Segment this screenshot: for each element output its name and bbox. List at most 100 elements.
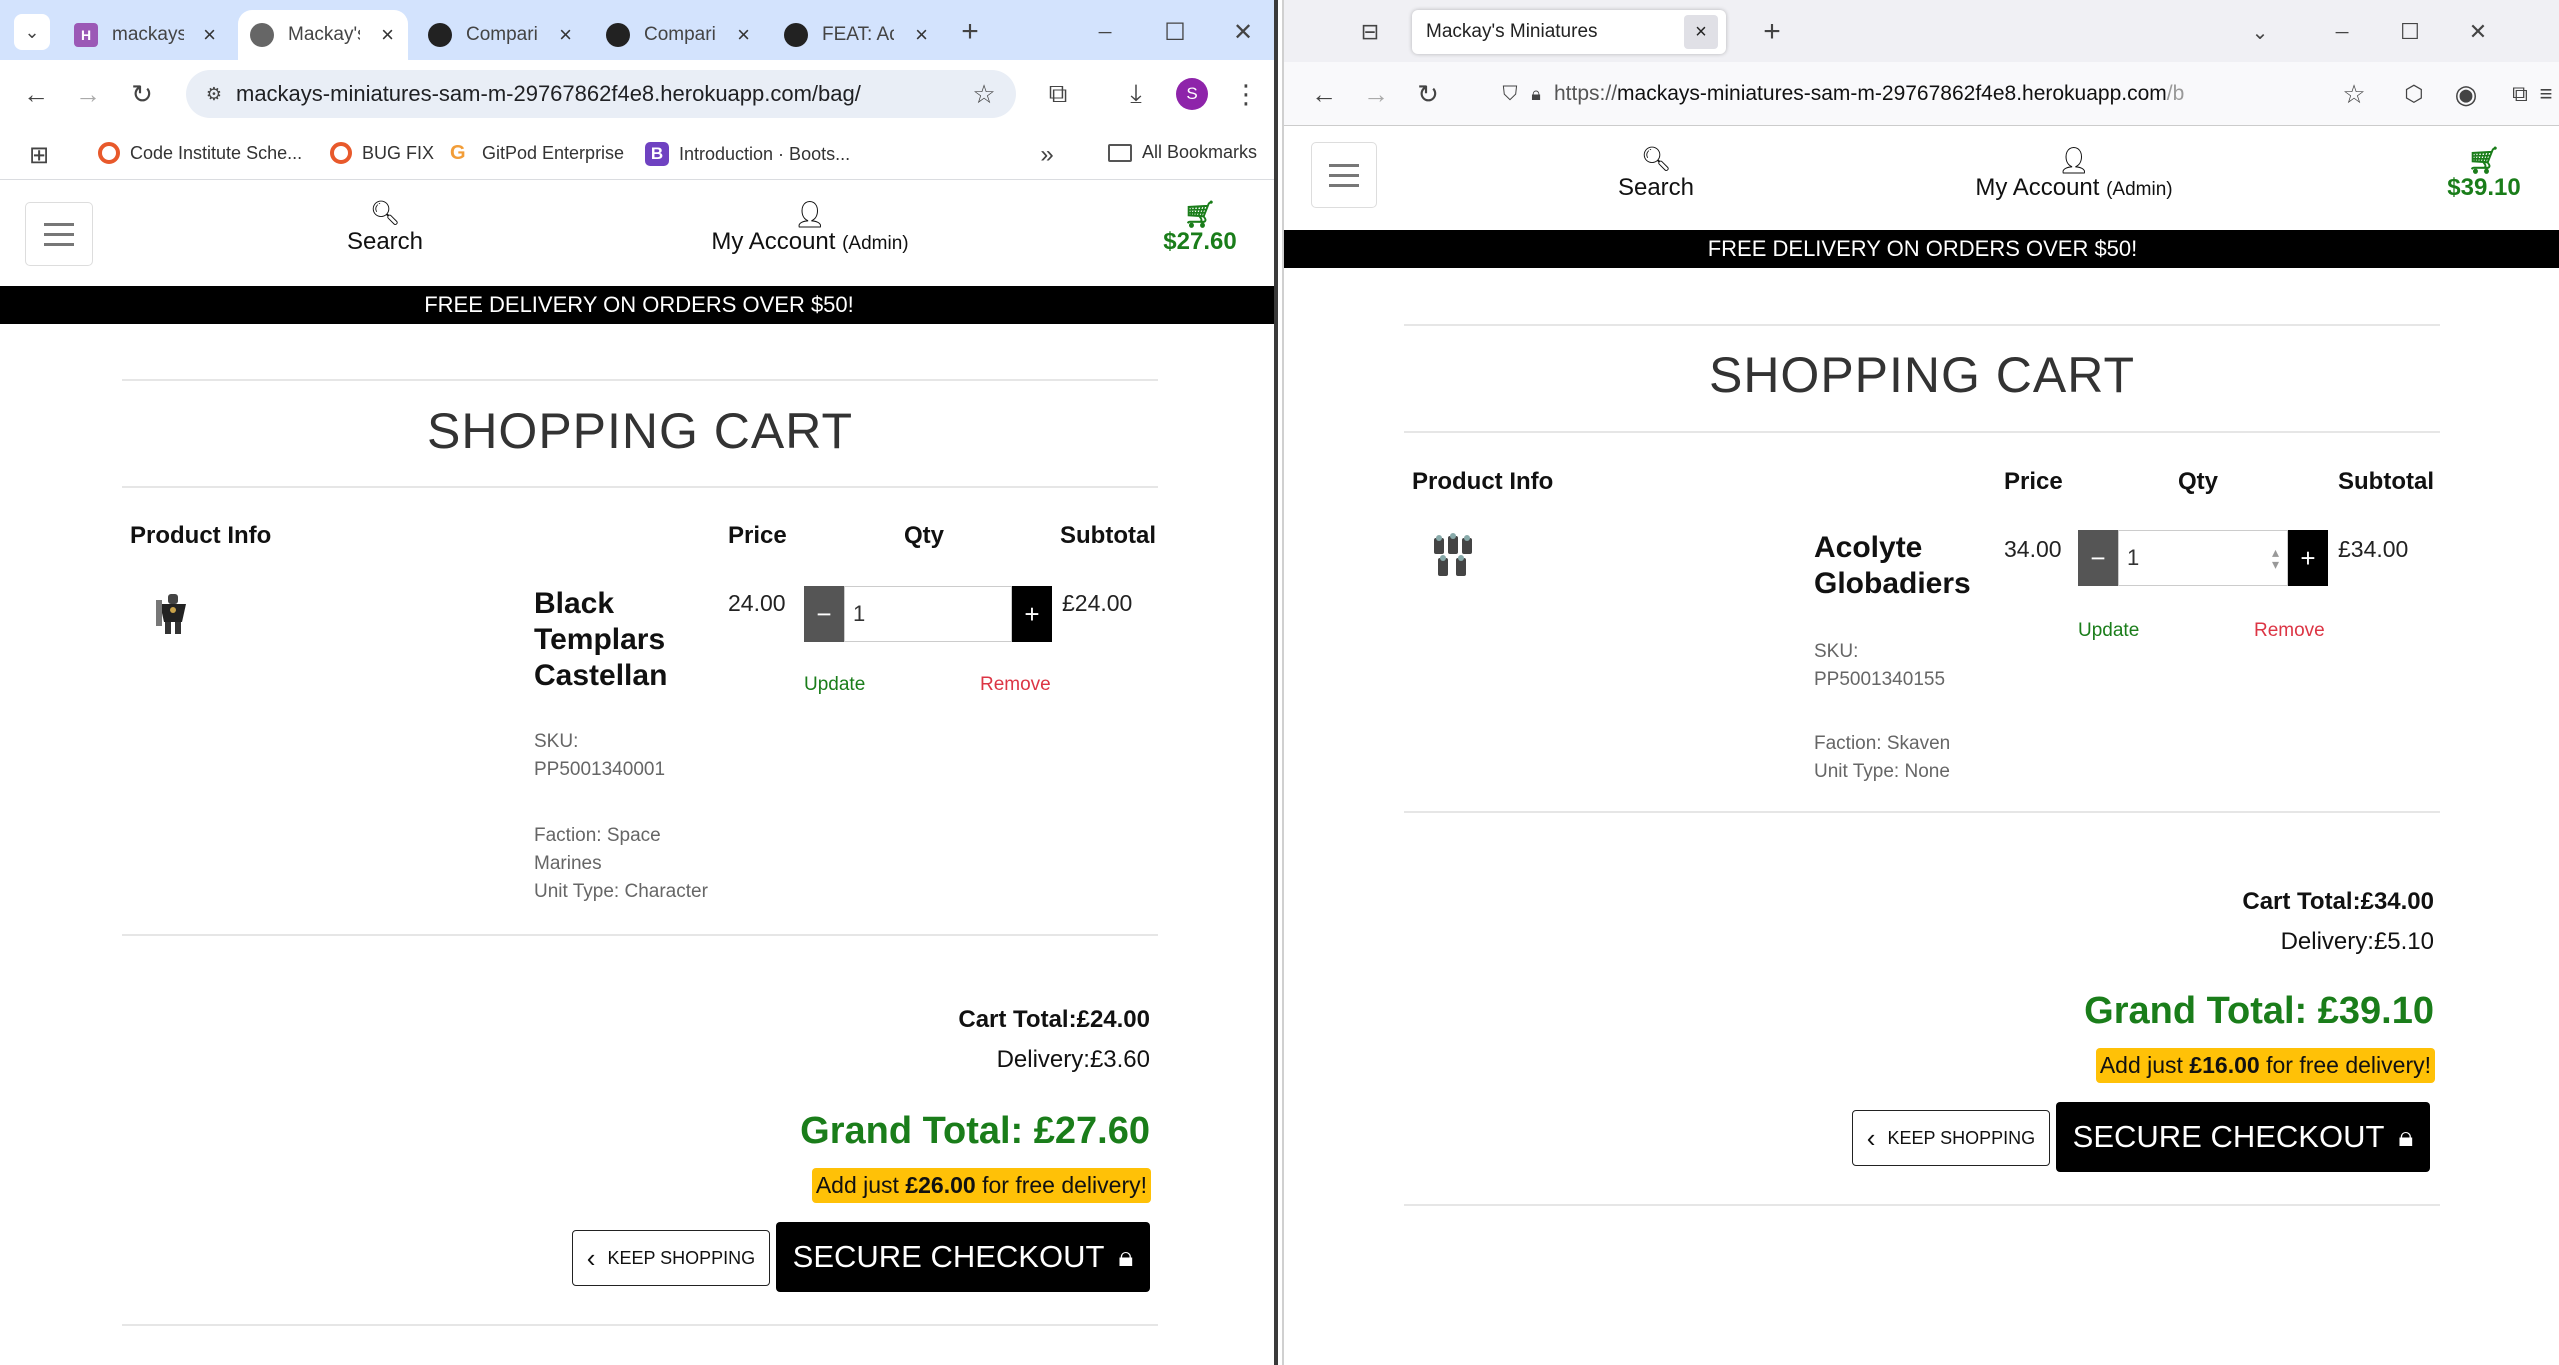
divider [1404,1204,2440,1206]
remove-link[interactable]: Remove [980,674,1051,696]
new-tab-icon[interactable]: + [1754,14,1790,50]
cart-nav[interactable]: 🛒︎ $27.60 [1150,200,1250,256]
close-icon[interactable]: × [559,22,572,48]
free-amount: £26.00 [905,1172,976,1198]
reload-icon[interactable]: ↻ [122,74,162,114]
bookmarks-overflow-icon[interactable]: » [1030,138,1064,172]
close-window-icon[interactable]: ✕ [2460,14,2496,50]
close-icon[interactable]: × [1684,15,1718,49]
firefox-tab-strip: ⊟ Mackay's Miniatures × + ⌄ ─ ☐ ✕ [1284,0,2559,62]
qty-increment-button[interactable]: + [1012,586,1052,642]
secure-checkout-button[interactable]: SECURE CHECKOUT 🔒︎ [2056,1102,2430,1172]
qty-decrement-button[interactable]: − [2078,530,2118,586]
sku-label: SKU: [534,731,579,752]
qty-input[interactable]: 1 [844,586,1012,642]
divider [1404,431,2440,433]
hamburger-menu[interactable] [25,202,93,266]
url-scheme: https:// [1554,82,1618,105]
list-tabs-icon[interactable]: ⌄ [2242,14,2278,50]
tab-title: Mackay's Miniatures [1426,21,1598,42]
menu-icon[interactable]: ≡ [2532,74,2559,114]
cart-nav[interactable]: 🛒︎ $39.10 [2434,146,2534,202]
spinner-icon[interactable]: ▴ ▾ [2272,545,2279,571]
address-bar[interactable]: ⚙ mackays-miniatures-sam-m-29767862f4e8.… [186,70,1016,118]
product-name-line: Globadiers [1814,567,1971,600]
bookmark-gitpod[interactable]: G GitPod Enterprise [450,142,624,164]
col-price: Price [2004,468,2063,495]
site-info-icon[interactable]: ⚙ [200,80,228,108]
free-prefix: Add just [2099,1052,2190,1078]
tab-github-2[interactable]: Compari × [594,10,764,60]
close-icon[interactable]: × [737,22,750,48]
qty-decrement-button[interactable]: − [804,586,844,642]
bookmark-bug-fix[interactable]: BUG FIX [330,142,434,164]
close-icon[interactable]: × [381,22,394,48]
forward-icon[interactable]: → [68,74,108,114]
faction-line: Faction: Space [534,825,661,846]
back-icon[interactable]: ← [1304,74,1344,114]
qty-input[interactable]: 1 ▴ ▾ [2118,530,2288,586]
my-account-nav[interactable]: 👤︎ My Account (Admin) [1944,146,2204,202]
pocket-icon[interactable]: ⬡ [2394,74,2434,114]
secure-checkout-button[interactable]: SECURE CHECKOUT 🔒︎ [776,1222,1150,1292]
col-subtotal: Subtotal [1060,522,1156,549]
tab-overview-icon[interactable]: ⊟ [1352,14,1388,50]
close-window-icon[interactable]: ✕ [1223,12,1263,52]
new-tab-icon[interactable]: + [950,14,990,50]
product-image[interactable] [1430,532,1478,585]
keep-shopping-button[interactable]: ‹ KEEP SHOPPING [572,1230,770,1286]
cart-header-total: $39.10 [2447,174,2521,201]
col-product-info: Product Info [130,522,272,549]
tab-github-3[interactable]: FEAT: Ad × [772,10,942,60]
github-icon [606,23,630,47]
tab-mackays-active[interactable]: Mackay's × [238,10,408,60]
search-nav[interactable]: 🔍︎ Search [325,200,445,256]
minimize-icon[interactable]: ─ [1085,12,1125,52]
product-image[interactable] [150,590,196,641]
free-suffix: for free delivery! [975,1172,1147,1198]
download-icon[interactable]: ⤓ [1116,74,1156,114]
search-nav[interactable]: 🔍︎ Search [1596,146,1716,202]
my-account-label: My Account [1975,174,2100,201]
bookmark-star-icon[interactable]: ☆ [968,78,1000,110]
chrome-tab-strip: ⌄ H mackays × Mackay's × Compari × Compa… [0,0,1274,60]
back-icon[interactable]: ← [16,74,56,114]
remove-link[interactable]: Remove [2254,620,2325,642]
tab-mackays-heroku[interactable]: H mackays × [62,10,230,60]
close-icon[interactable]: × [915,22,928,48]
col-product-info: Product Info [1412,468,1554,495]
menu-kebab-icon[interactable]: ⋮ [1226,74,1266,114]
tab-mackays-miniatures[interactable]: Mackay's Miniatures × [1412,10,1726,54]
divider [122,934,1158,936]
address-bar[interactable]: ⛉ 🔒︎ https://mackays-miniatures-sam-m-29… [1496,72,2316,116]
maximize-icon[interactable]: ☐ [2392,14,2428,50]
minimize-icon[interactable]: ─ [2324,14,2360,50]
chevron-left-icon: ‹ [586,1242,596,1273]
hamburger-menu[interactable] [1311,142,1377,208]
maximize-icon[interactable]: ☐ [1155,12,1195,52]
update-link[interactable]: Update [2078,620,2139,642]
shield-icon[interactable]: ⛉ [1496,80,1524,108]
bookmark-code-institute[interactable]: Code Institute Sche... [98,142,302,164]
free-prefix: Add just [815,1172,906,1198]
delivery-value: £5.10 [2373,928,2434,955]
qty-increment-button[interactable]: + [2288,530,2328,586]
bookmark-bootstrap[interactable]: B Introduction · Boots... [645,142,850,166]
all-bookmarks-label: All Bookmarks [1142,142,1258,162]
extensions-icon[interactable]: ⧉ [1038,74,1078,114]
product-sku: SKU: PP5001340155 [1814,638,1945,694]
apps-grid-icon[interactable]: ⊞ [22,138,56,172]
tab-search-icon[interactable]: ⌄ [14,14,50,50]
forward-icon[interactable]: → [1356,74,1396,114]
close-icon[interactable]: × [203,22,216,48]
profile-avatar[interactable]: S [1176,78,1208,110]
bookmark-star-icon[interactable]: ☆ [2334,74,2374,114]
my-account-nav[interactable]: 👤︎ My Account (Admin) [680,200,940,256]
tab-github-1[interactable]: Compari × [416,10,586,60]
page-title: SHOPPING CART [426,403,854,459]
update-link[interactable]: Update [804,674,865,696]
all-bookmarks[interactable]: All Bookmarks [1108,142,1257,163]
keep-shopping-button[interactable]: ‹ KEEP SHOPPING [1852,1110,2050,1166]
account-icon[interactable]: ◉ [2446,74,2486,114]
reload-icon[interactable]: ↻ [1408,74,1448,114]
